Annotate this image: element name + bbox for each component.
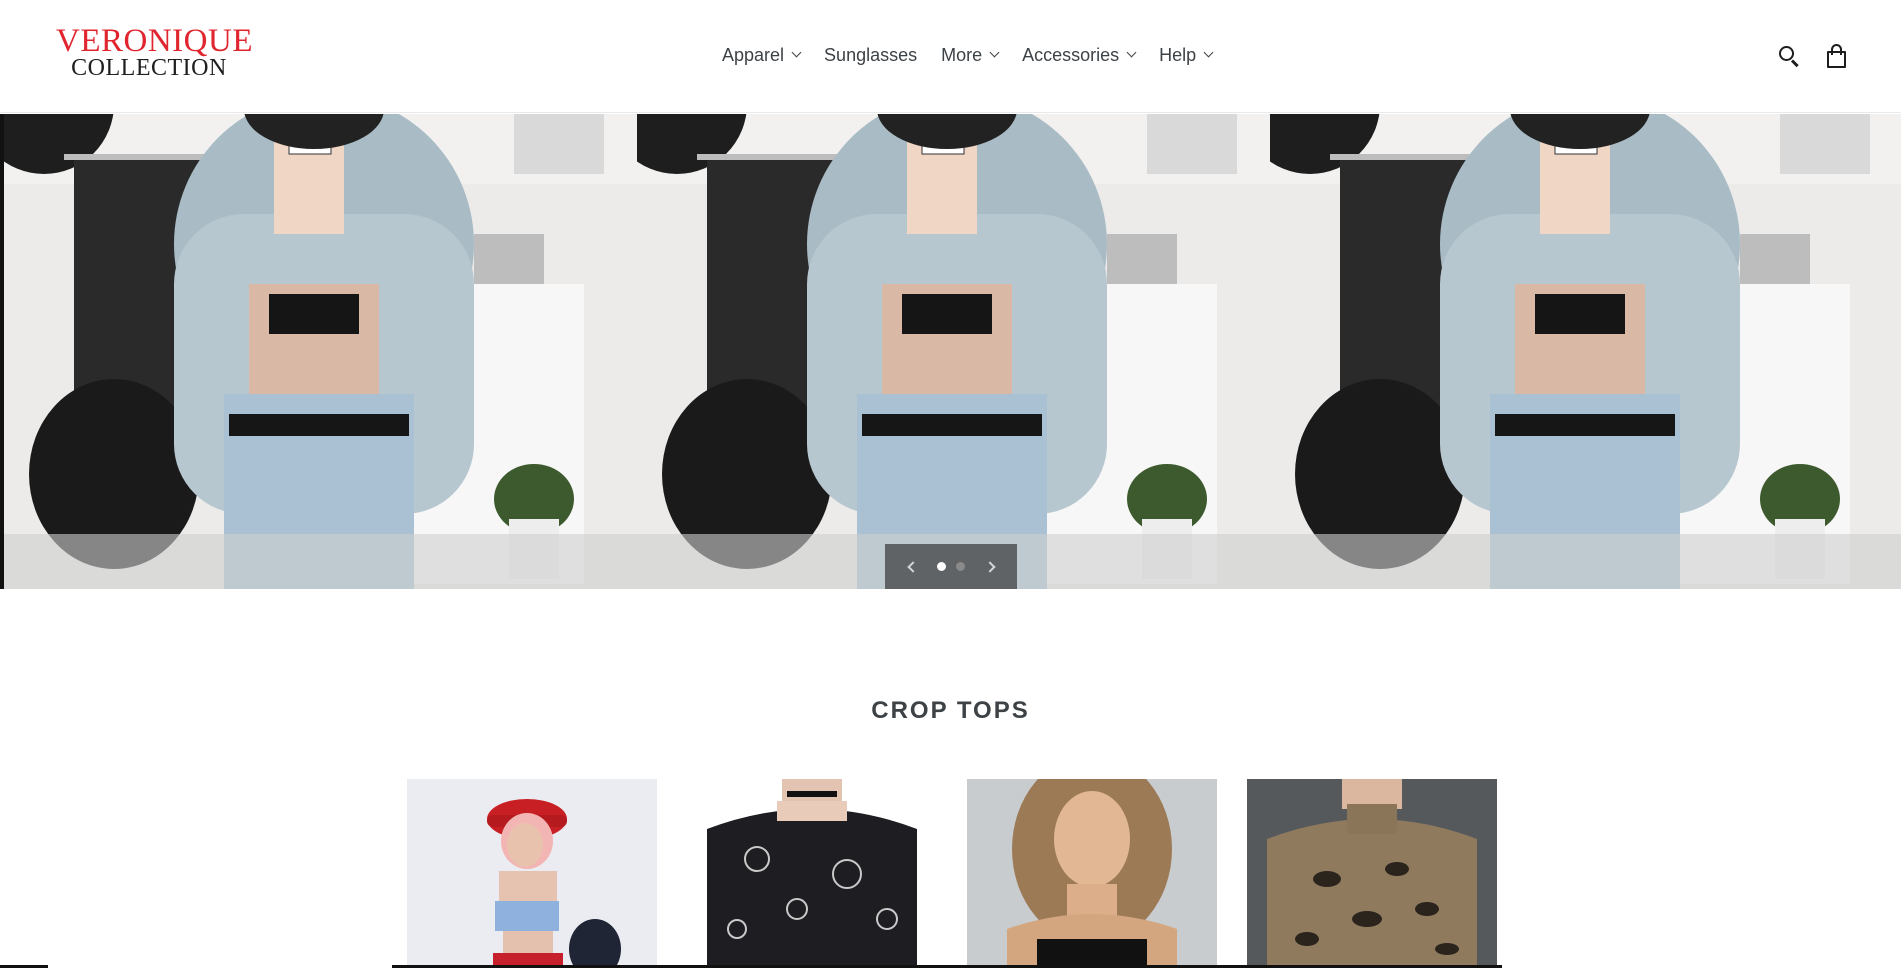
hero-slide-image	[4, 114, 637, 589]
slide-dots	[932, 562, 970, 571]
product-card[interactable]	[687, 779, 937, 968]
product-image	[407, 779, 657, 968]
chevron-down-icon	[1126, 47, 1137, 58]
nav-item-help[interactable]: Help	[1147, 45, 1224, 66]
chevron-left-icon[interactable]	[899, 555, 923, 579]
main-nav: Apparel Sunglasses More Accessories Help	[710, 38, 1224, 72]
search-icon[interactable]	[1774, 40, 1804, 72]
product-image	[967, 779, 1217, 968]
chevron-down-icon	[989, 47, 1000, 58]
nav-item-sunglasses[interactable]: Sunglasses	[812, 45, 929, 66]
product-card[interactable]	[967, 779, 1217, 968]
product-image	[687, 779, 937, 968]
header-actions	[1756, 40, 1852, 72]
nav-item-label: Help	[1159, 44, 1197, 65]
slideshow-controls	[885, 544, 1017, 589]
chevron-down-icon	[1203, 47, 1214, 58]
nav-item-more[interactable]: More	[929, 45, 1010, 66]
product-grid	[407, 779, 1497, 968]
product-image	[1247, 779, 1497, 968]
logo-wordmark-bottom: COLLECTION	[71, 55, 227, 81]
cart-icon[interactable]	[1822, 40, 1852, 72]
hero-slide-image	[637, 114, 1270, 589]
hero-slide-image	[1270, 114, 1901, 589]
product-card[interactable]	[407, 779, 657, 968]
chevron-down-icon	[791, 47, 802, 58]
site-header: VERONIQUE COLLECTION Apparel Sunglasses …	[0, 0, 1901, 113]
slide-dot-1[interactable]	[937, 562, 946, 571]
nav-item-label: More	[941, 44, 983, 65]
nav-item-apparel[interactable]: Apparel	[710, 45, 812, 66]
nav-item-label: Apparel	[722, 44, 785, 65]
nav-item-accessories[interactable]: Accessories	[1010, 45, 1147, 66]
site-logo[interactable]: VERONIQUE COLLECTION	[56, 23, 253, 81]
nav-item-label: Sunglasses	[824, 44, 918, 65]
slide-dot-2[interactable]	[956, 562, 965, 571]
product-card[interactable]	[1247, 779, 1497, 968]
section-title: CROP TOPS	[871, 697, 1030, 724]
chevron-right-icon[interactable]	[979, 555, 1003, 579]
nav-item-label: Accessories	[1022, 44, 1120, 65]
hero-slideshow	[0, 114, 1901, 589]
logo-wordmark-top: VERONIQUE	[56, 23, 253, 59]
